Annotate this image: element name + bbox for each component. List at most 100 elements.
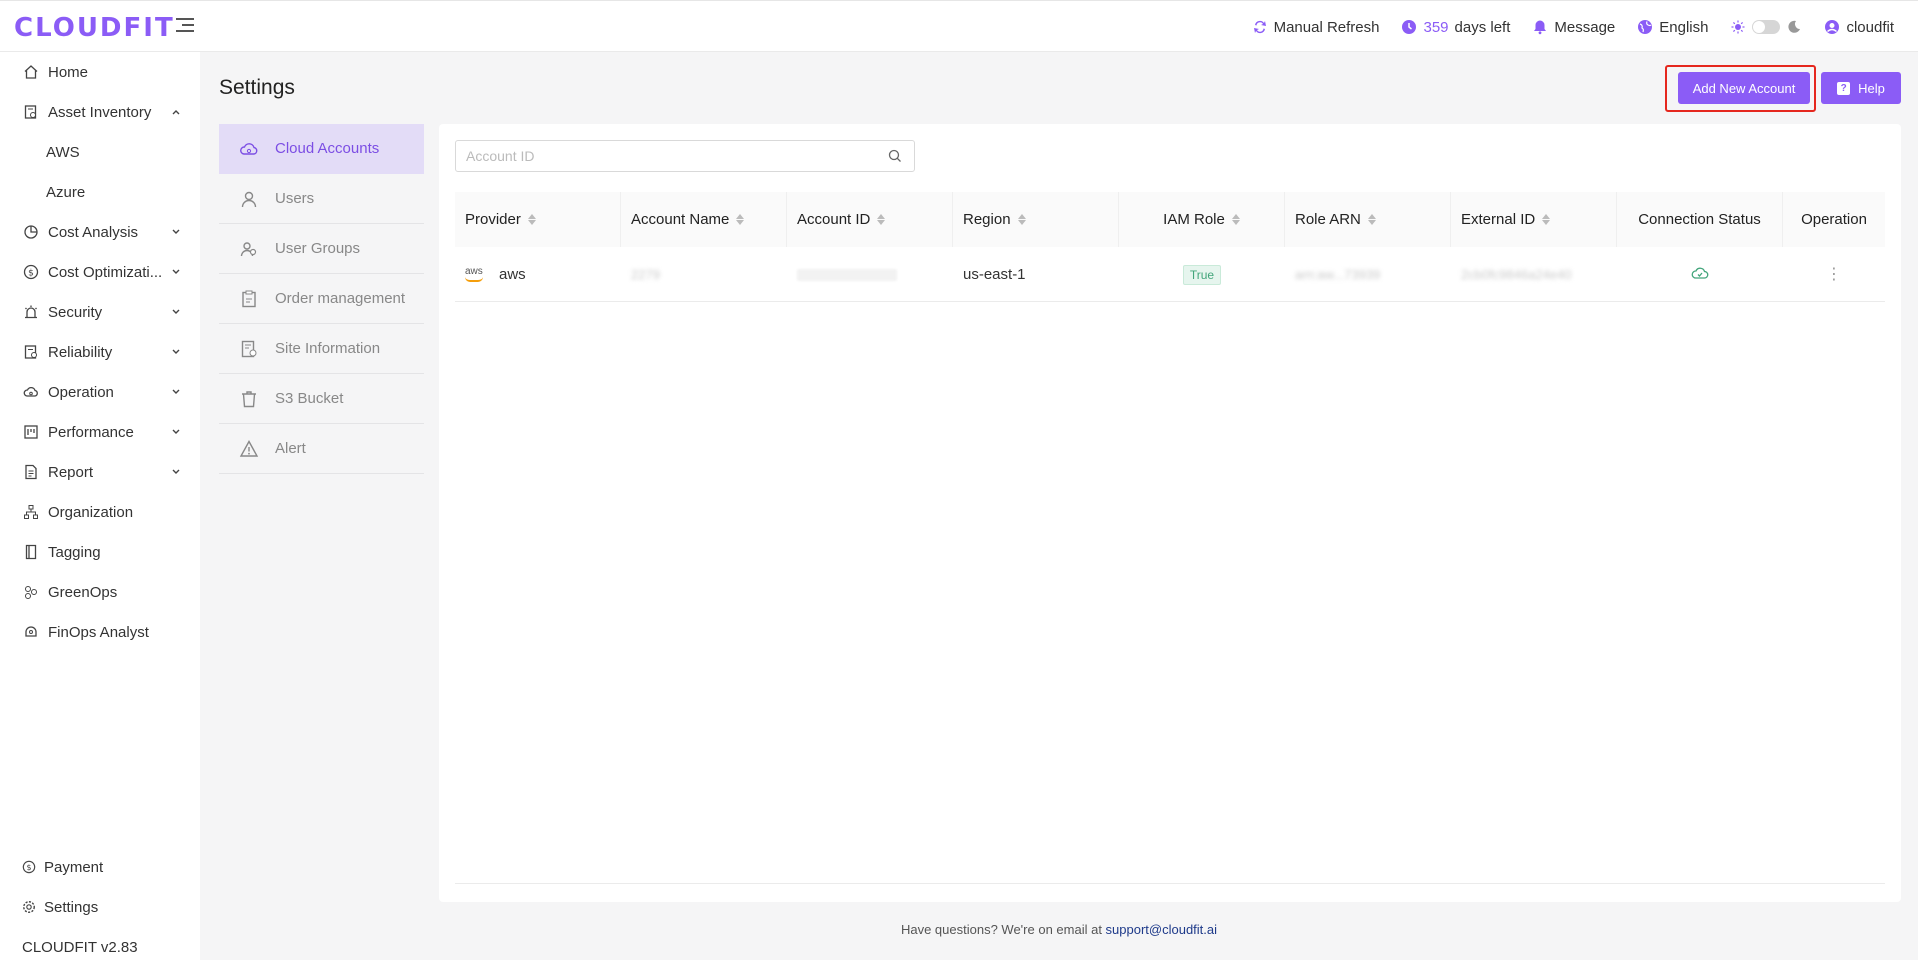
chevron-down-icon bbox=[170, 465, 182, 477]
column-header-iam-role[interactable]: IAM Role bbox=[1119, 192, 1285, 247]
chevron-down-icon bbox=[170, 345, 182, 357]
more-options-icon[interactable]: ⋮ bbox=[1826, 266, 1842, 283]
user-avatar-icon bbox=[1824, 19, 1840, 35]
search-icon[interactable] bbox=[887, 148, 903, 164]
user-icon bbox=[239, 189, 259, 209]
status-badge: True bbox=[1182, 264, 1222, 285]
organization-icon bbox=[22, 503, 40, 521]
sidebar-subitem-aws[interactable]: AWS bbox=[46, 144, 80, 161]
sort-icon[interactable] bbox=[1542, 214, 1551, 225]
settings-item-label: Alert bbox=[275, 440, 306, 457]
settings-item-label: User Groups bbox=[275, 240, 361, 257]
sidebar-item-home[interactable]: Home bbox=[0, 52, 200, 92]
aws-logo-icon: aws bbox=[465, 266, 487, 284]
sidebar-item-security[interactable]: Security bbox=[0, 292, 200, 332]
table-row[interactable]: aws aws 2279 us-east-1 True arn:aw...739… bbox=[455, 247, 1885, 302]
sidebar-item-tagging[interactable]: Tagging bbox=[0, 532, 200, 572]
language-selector[interactable]: English bbox=[1637, 19, 1708, 36]
settings-item-label: S3 Bucket bbox=[275, 390, 344, 407]
chevron-down-icon bbox=[170, 425, 182, 437]
settings-item-alert[interactable]: Alert bbox=[219, 424, 424, 474]
bucket-icon bbox=[239, 389, 259, 409]
moon-icon bbox=[1786, 19, 1802, 35]
sidebar-item-asset-inventory[interactable]: Asset Inventory bbox=[0, 92, 200, 132]
user-group-icon bbox=[239, 239, 259, 259]
search-input[interactable] bbox=[455, 140, 915, 172]
dollar-icon: $ bbox=[22, 860, 36, 874]
column-header-role-arn[interactable]: Role ARN bbox=[1285, 192, 1451, 247]
cost-analysis-icon bbox=[22, 223, 40, 241]
sidebar-item-label: Performance bbox=[48, 423, 134, 441]
settings-item-user-groups[interactable]: User Groups bbox=[219, 224, 424, 274]
chevron-down-icon bbox=[170, 265, 182, 277]
sidebar-item-finops-analyst[interactable]: FinOps Analyst bbox=[0, 612, 200, 652]
sort-icon[interactable] bbox=[527, 214, 536, 225]
sort-icon[interactable] bbox=[1231, 214, 1240, 225]
help-button-label: Help bbox=[1858, 80, 1885, 96]
message-button[interactable]: Message bbox=[1532, 19, 1615, 36]
sidebar-item-cost-optimization[interactable]: $ Cost Optimizati... bbox=[0, 252, 200, 292]
sidebar-item-label: FinOps Analyst bbox=[48, 623, 149, 641]
sort-icon[interactable] bbox=[1017, 214, 1026, 225]
settings-item-cloud-accounts[interactable]: Cloud Accounts bbox=[219, 124, 424, 174]
sort-icon[interactable] bbox=[877, 214, 886, 225]
table-header: Provider Account Name Account ID Region … bbox=[455, 192, 1885, 247]
main-content: Settings Add New Account ? Help Cloud Ac… bbox=[200, 52, 1918, 960]
help-button[interactable]: ? Help bbox=[1821, 72, 1901, 104]
sidebar-item-greenops[interactable]: GreenOps bbox=[0, 572, 200, 612]
settings-item-order-management[interactable]: Order management bbox=[219, 274, 424, 324]
user-menu[interactable]: cloudfit bbox=[1824, 19, 1894, 36]
cell-account-name: 2279 bbox=[631, 267, 660, 282]
cell-connection-status bbox=[1617, 247, 1783, 302]
sidebar-item-organization[interactable]: Organization bbox=[0, 492, 200, 532]
cell-provider: aws aws bbox=[465, 265, 526, 284]
sidebar-item-cost-analysis[interactable]: Cost Analysis bbox=[0, 212, 200, 252]
column-header-external-id[interactable]: External ID bbox=[1451, 192, 1617, 247]
sidebar-item-label: Security bbox=[48, 303, 103, 321]
column-header-operation: Operation bbox=[1801, 211, 1867, 228]
dollar-icon: $ bbox=[22, 263, 40, 281]
support-email-link[interactable]: support@cloudfit.ai bbox=[1106, 922, 1217, 937]
sidebar-subitem-azure[interactable]: Azure bbox=[46, 184, 85, 201]
sidebar-item-reliability[interactable]: Reliability bbox=[0, 332, 200, 372]
chevron-down-icon bbox=[170, 225, 182, 237]
sidebar-item-payment[interactable]: $ Payment bbox=[0, 847, 200, 887]
settings-item-users[interactable]: Users bbox=[219, 174, 424, 224]
globe-icon bbox=[1637, 19, 1653, 35]
settings-item-label: Cloud Accounts bbox=[275, 140, 380, 157]
manual-refresh-button[interactable]: Manual Refresh bbox=[1252, 18, 1380, 36]
app-logo[interactable]: CLOUDFIT bbox=[14, 13, 175, 43]
sidebar-item-label: Tagging bbox=[48, 543, 101, 561]
menu-toggle-icon[interactable] bbox=[176, 18, 194, 34]
sidebar-item-label: Cost Optimizati... bbox=[48, 263, 163, 281]
license-days: 359 days left bbox=[1401, 19, 1510, 36]
message-label: Message bbox=[1554, 18, 1616, 36]
cell-external-id: 2cb0fc9846a24e40 bbox=[1461, 267, 1572, 282]
sidebar-item-performance[interactable]: Performance bbox=[0, 412, 200, 452]
sidebar-item-report[interactable]: Report bbox=[0, 452, 200, 492]
column-header-account-name[interactable]: Account Name bbox=[621, 192, 787, 247]
sidebar-item-label: Settings bbox=[44, 898, 99, 916]
settings-item-label: Site Information bbox=[275, 340, 381, 357]
manual-refresh-label: Manual Refresh bbox=[1273, 18, 1380, 36]
sidebar-item-label: Reliability bbox=[48, 343, 113, 361]
settings-item-s3-bucket[interactable]: S3 Bucket bbox=[219, 374, 424, 424]
column-header-account-id[interactable]: Account ID bbox=[787, 192, 953, 247]
settings-item-site-information[interactable]: Site Information bbox=[219, 324, 424, 374]
add-new-account-button[interactable]: Add New Account bbox=[1678, 72, 1810, 104]
days-left-label: days left bbox=[1454, 18, 1511, 36]
svg-text:$: $ bbox=[28, 269, 34, 279]
alarm-icon bbox=[22, 303, 40, 321]
sort-icon[interactable] bbox=[736, 214, 745, 225]
theme-switch[interactable] bbox=[1730, 19, 1802, 35]
sidebar-item-operation[interactable]: Operation bbox=[0, 372, 200, 412]
theme-toggle[interactable] bbox=[1752, 20, 1781, 34]
reliability-icon bbox=[22, 343, 40, 361]
sidebar-item-settings[interactable]: Settings bbox=[0, 887, 200, 927]
cloud-connected-icon bbox=[1691, 265, 1709, 285]
redacted-account-id bbox=[797, 268, 897, 281]
sort-icon[interactable] bbox=[1367, 214, 1376, 225]
column-header-provider[interactable]: Provider bbox=[455, 192, 621, 247]
finops-icon bbox=[22, 623, 40, 641]
column-header-region[interactable]: Region bbox=[953, 192, 1119, 247]
